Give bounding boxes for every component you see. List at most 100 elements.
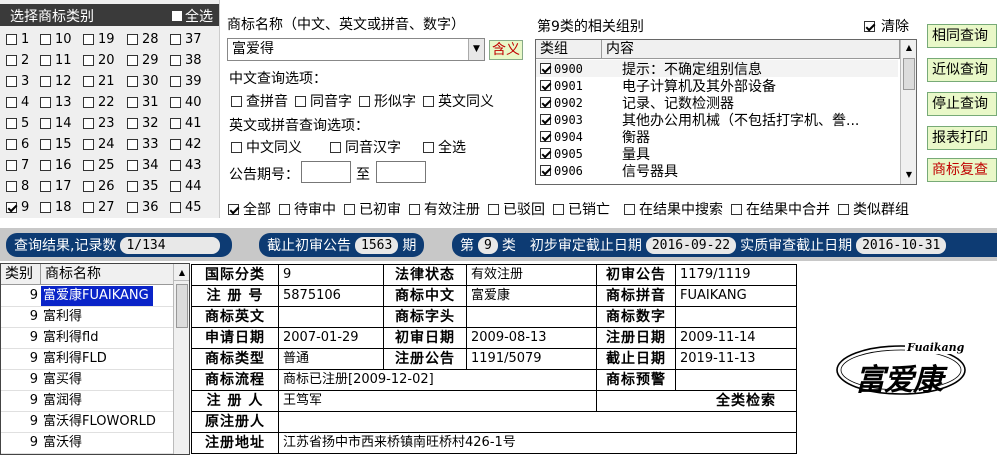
- checkbox[interactable]: [170, 160, 181, 171]
- checkbox[interactable]: [127, 202, 138, 213]
- checkbox[interactable]: [540, 165, 551, 176]
- checkbox[interactable]: [83, 202, 94, 213]
- category-option[interactable]: 9: [6, 200, 29, 215]
- checkbox[interactable]: [40, 118, 51, 129]
- category-option[interactable]: 22: [83, 95, 115, 110]
- category-option[interactable]: 2: [6, 53, 29, 68]
- checkbox[interactable]: [6, 181, 17, 192]
- checkbox[interactable]: [540, 131, 551, 142]
- checkbox[interactable]: [540, 114, 551, 125]
- category-option[interactable]: 36: [127, 200, 159, 215]
- category-option[interactable]: 10: [40, 32, 72, 47]
- list-item[interactable]: 9 富利得FLD: [1, 349, 173, 370]
- category-option[interactable]: 15: [40, 137, 72, 152]
- name-input[interactable]: 富爱得 ▼: [227, 38, 485, 61]
- category-option[interactable]: 6: [6, 137, 29, 152]
- group-row[interactable]: 0905 量具: [536, 145, 898, 163]
- category-option[interactable]: 17: [40, 179, 72, 194]
- category-option[interactable]: 8: [6, 179, 29, 194]
- category-option[interactable]: 28: [127, 32, 159, 47]
- checkbox[interactable]: [83, 118, 94, 129]
- recheck-button[interactable]: 商标复查: [927, 158, 997, 182]
- checkbox[interactable]: [6, 202, 17, 213]
- checkbox[interactable]: [40, 139, 51, 150]
- category-option[interactable]: 38: [170, 53, 202, 68]
- checkbox[interactable]: [6, 139, 17, 150]
- checkbox[interactable]: [540, 148, 551, 159]
- stop-search-button[interactable]: 停止查询: [927, 92, 997, 116]
- query-option[interactable]: 全选: [423, 137, 466, 157]
- checkbox[interactable]: [83, 97, 94, 108]
- checkbox[interactable]: [40, 97, 51, 108]
- category-option[interactable]: 33: [127, 137, 159, 152]
- same-search-button[interactable]: 相同查询: [927, 24, 997, 48]
- checkbox[interactable]: [6, 97, 17, 108]
- category-option[interactable]: 7: [6, 158, 29, 173]
- checkbox[interactable]: [540, 97, 551, 108]
- checkbox[interactable]: [40, 76, 51, 87]
- all-class-search[interactable]: 全类检索: [597, 391, 797, 412]
- category-option[interactable]: 3: [6, 74, 29, 89]
- checkbox[interactable]: [127, 97, 138, 108]
- list-item[interactable]: 9 富爱康FUAIKANG: [1, 286, 173, 307]
- checkbox[interactable]: [127, 34, 138, 45]
- category-option[interactable]: 16: [40, 158, 72, 173]
- category-option[interactable]: 35: [127, 179, 159, 194]
- filter-option[interactable]: 在结果中搜索: [624, 199, 723, 219]
- category-option[interactable]: 34: [127, 158, 159, 173]
- category-option[interactable]: 13: [40, 95, 72, 110]
- category-option[interactable]: 14: [40, 116, 72, 131]
- checkbox[interactable]: [6, 34, 17, 45]
- checkbox[interactable]: [40, 202, 51, 213]
- checkbox[interactable]: [731, 203, 742, 215]
- checkbox[interactable]: [127, 55, 138, 66]
- checkbox[interactable]: [170, 202, 181, 213]
- category-option[interactable]: 39: [170, 74, 202, 89]
- checkbox[interactable]: [540, 80, 551, 91]
- checkbox[interactable]: [279, 203, 290, 215]
- query-option[interactable]: 中文同义: [231, 137, 302, 157]
- similar-search-button[interactable]: 近似查询: [927, 58, 997, 82]
- list-item[interactable]: 9 富利得fld: [1, 328, 173, 349]
- list-item[interactable]: 9 富润得: [1, 391, 173, 412]
- category-option[interactable]: 21: [83, 74, 115, 89]
- category-option[interactable]: 31: [127, 95, 159, 110]
- contain-button[interactable]: 含义: [489, 40, 523, 60]
- category-option[interactable]: 20: [83, 53, 115, 68]
- category-option[interactable]: 19: [83, 32, 115, 47]
- list-scrollbar[interactable]: ▲: [173, 264, 189, 454]
- scroll-up-icon[interactable]: ▲: [901, 40, 916, 56]
- checkbox[interactable]: [83, 76, 94, 87]
- query-option[interactable]: 英文同义: [423, 91, 494, 111]
- list-item[interactable]: 9 富沃得FLOWORLD: [1, 412, 173, 433]
- category-option[interactable]: 29: [127, 53, 159, 68]
- category-option[interactable]: 4: [6, 95, 29, 110]
- checkbox[interactable]: [83, 181, 94, 192]
- scroll-up-icon[interactable]: ▲: [174, 264, 189, 281]
- checkbox[interactable]: [83, 55, 94, 66]
- category-option[interactable]: 40: [170, 95, 202, 110]
- checkbox[interactable]: [838, 203, 849, 215]
- checkbox[interactable]: [40, 34, 51, 45]
- checkbox[interactable]: [423, 95, 434, 107]
- checkbox[interactable]: [330, 141, 341, 153]
- group-row[interactable]: 0900 提示：不确定组别信息: [536, 60, 898, 78]
- group-row[interactable]: 0904 衡器: [536, 128, 898, 146]
- filter-option[interactable]: 已销亡: [553, 199, 610, 219]
- checkbox[interactable]: [228, 203, 239, 215]
- filter-option[interactable]: 已初审: [344, 199, 401, 219]
- category-option[interactable]: 12: [40, 74, 72, 89]
- checkbox[interactable]: [864, 20, 875, 32]
- filter-option[interactable]: 在结果中合并: [731, 199, 830, 219]
- checkbox[interactable]: [488, 203, 499, 215]
- scroll-down-icon[interactable]: ▼: [901, 167, 916, 183]
- checkbox[interactable]: [127, 118, 138, 129]
- checkbox[interactable]: [40, 181, 51, 192]
- filter-option[interactable]: 待审中: [279, 199, 336, 219]
- checkbox[interactable]: [359, 95, 370, 107]
- checkbox[interactable]: [40, 55, 51, 66]
- checkbox[interactable]: [6, 55, 17, 66]
- category-option[interactable]: 30: [127, 74, 159, 89]
- category-option[interactable]: 18: [40, 200, 72, 215]
- category-option[interactable]: 26: [83, 179, 115, 194]
